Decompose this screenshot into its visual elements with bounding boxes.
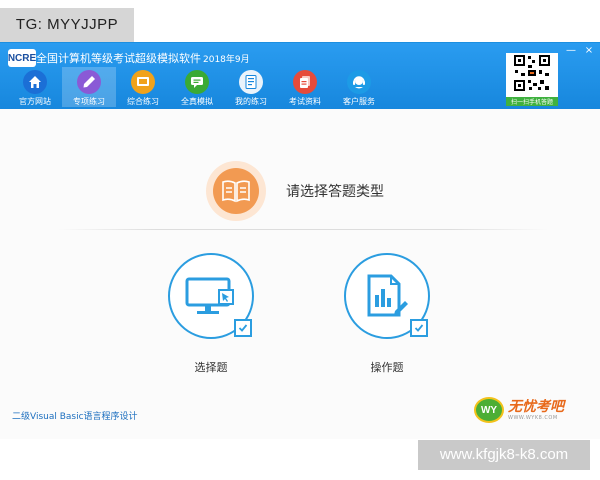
- home-icon: [23, 70, 47, 94]
- choice-multiple-choice[interactable]: 选择题: [166, 253, 256, 375]
- edit-document-icon: [344, 253, 430, 339]
- chat-icon: [185, 70, 209, 94]
- nav-item-comprehensive-practice[interactable]: 综合练习: [116, 67, 170, 107]
- watermark-top: TG: MYYJJPP: [0, 8, 134, 42]
- support-icon: [347, 70, 371, 94]
- nav-label: 客户服务: [343, 97, 375, 106]
- choice-label: 选择题: [194, 361, 228, 374]
- files-icon: [293, 70, 317, 94]
- pencil-icon: [77, 70, 101, 94]
- nav-label: 全真模拟: [181, 97, 213, 106]
- book-icon: [206, 161, 266, 221]
- subject-label: 二级Visual Basic语言程序设计: [12, 412, 138, 422]
- main-toolbar: 官方网站 专项练习 综合练习 全真模拟 我的练习 考试资料 客户服务: [8, 67, 386, 107]
- watermark-bottom: www.kfgjk8-k8.com: [418, 440, 590, 470]
- nav-item-special-practice[interactable]: 专项练习: [62, 67, 116, 107]
- brand-url: WWW.WYK8.COM: [508, 415, 558, 421]
- choice-operation[interactable]: 操作题: [342, 253, 432, 375]
- app-title-text: 全国计算机等级考试超级模拟软件: [36, 52, 201, 65]
- nav-label: 考试资料: [289, 97, 321, 106]
- nav-label: 我的练习: [235, 97, 267, 106]
- nav-item-mock-exam[interactable]: 全真模拟: [170, 67, 224, 107]
- choice-label: 操作题: [370, 361, 404, 374]
- brand-badge: WY: [474, 397, 504, 423]
- checkbox-icon: [234, 319, 252, 337]
- checkbox-icon: [410, 319, 428, 337]
- app-title: 全国计算机等级考试超级模拟软件 2018年9月: [36, 50, 250, 66]
- minimize-button[interactable]: —: [566, 45, 576, 56]
- nav-label: 官方网站: [19, 97, 51, 106]
- answer-type-prompt: 请选择答题类型: [206, 161, 384, 221]
- app-logo: NCRE: [8, 49, 36, 67]
- qr-code-icon: [514, 55, 550, 91]
- title-bar: NCRE 全国计算机等级考试超级模拟软件 2018年9月 — × 官方网站 专项练…: [0, 43, 600, 109]
- nav-item-customer-service[interactable]: 客户服务: [332, 67, 386, 107]
- document-icon: [239, 70, 263, 94]
- qr-label: 扫一扫手机答题: [506, 97, 558, 106]
- app-window: NCRE 全国计算机等级考试超级模拟软件 2018年9月 — × 官方网站 专项练…: [0, 42, 600, 439]
- layers-icon: [131, 70, 155, 94]
- window-controls: — ×: [566, 45, 594, 56]
- brand-name: 无忧考吧: [508, 399, 564, 415]
- close-button[interactable]: ×: [584, 45, 594, 56]
- monitor-icon: [168, 253, 254, 339]
- app-version: 2018年9月: [203, 55, 250, 65]
- qr-code: [506, 53, 558, 97]
- prompt-text: 请选择答题类型: [286, 184, 384, 200]
- nav-item-my-practice[interactable]: 我的练习: [224, 67, 278, 107]
- nav-item-exam-materials[interactable]: 考试资料: [278, 67, 332, 107]
- nav-item-official-site[interactable]: 官方网站: [8, 67, 62, 107]
- nav-label: 专项练习: [73, 97, 105, 106]
- brand-logo: WY 无忧考吧 WWW.WYK8.COM: [474, 397, 564, 423]
- divider: [58, 229, 548, 230]
- nav-label: 综合练习: [127, 97, 159, 106]
